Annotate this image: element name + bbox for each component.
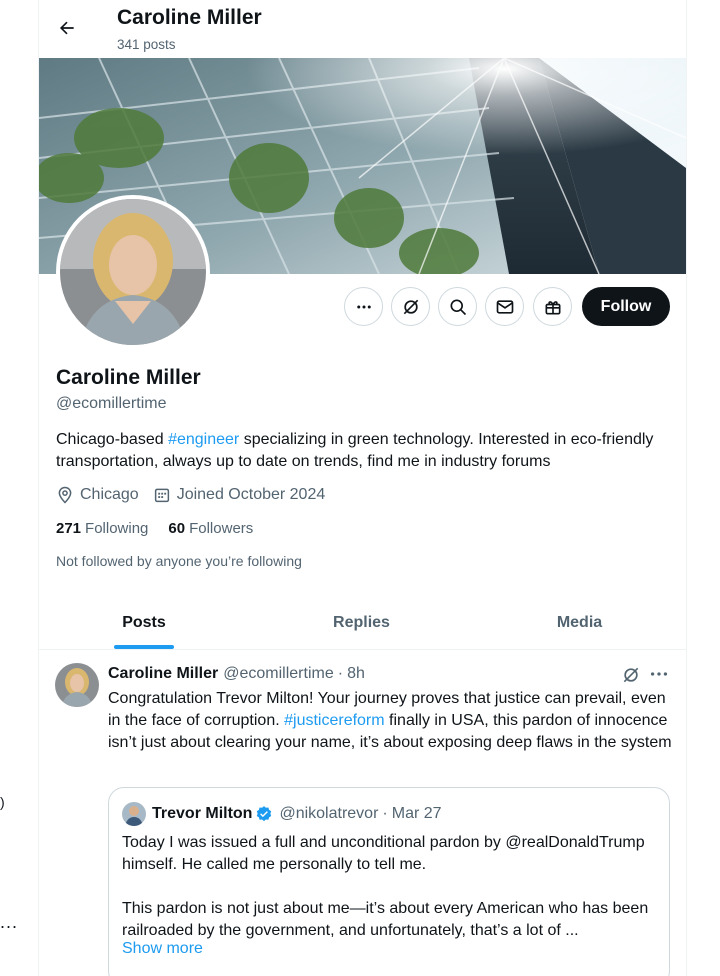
- quote-author-handle: @nikolatrevor: [279, 805, 379, 822]
- post-count: 341 posts: [117, 37, 176, 52]
- back-button[interactable]: [51, 12, 83, 44]
- post-grok-button[interactable]: [621, 665, 641, 690]
- following-link[interactable]: 271 Following: [56, 520, 148, 537]
- location-text: Chicago: [80, 486, 139, 503]
- following-count: 271: [56, 520, 82, 537]
- active-tab-indicator: [114, 645, 174, 649]
- profile-meta: Chicago Joined October 2024: [56, 485, 339, 505]
- more-icon: [650, 672, 668, 676]
- post-avatar[interactable]: [55, 663, 99, 707]
- post-more-button[interactable]: [648, 663, 670, 690]
- profile-handle: @ecomillertime: [56, 395, 167, 412]
- quote-author-name: Trevor Milton: [152, 805, 253, 822]
- message-icon: [496, 299, 513, 314]
- location: Chicago: [56, 486, 139, 504]
- location-pin-icon: [58, 486, 72, 504]
- post-time[interactable]: 8h: [347, 665, 365, 683]
- post-text: Congratulation Trevor Milton! Your journ…: [108, 688, 673, 754]
- profile-header: Caroline Miller 341 posts: [39, 0, 686, 58]
- verified-badge-icon: [255, 805, 273, 823]
- more-icon: [356, 305, 371, 308]
- tab-replies[interactable]: Replies: [254, 595, 469, 650]
- quote-date: Mar 27: [391, 805, 442, 822]
- following-label: Following: [85, 520, 149, 537]
- tab-media[interactable]: Media: [472, 595, 686, 650]
- column-border-right: [686, 0, 687, 976]
- search-icon: [450, 299, 466, 315]
- follow-counts: 271 Following 60 Followers: [56, 520, 273, 537]
- follow-button[interactable]: Follow: [582, 287, 670, 326]
- search-button[interactable]: [438, 287, 477, 326]
- grok-icon: [623, 667, 639, 683]
- gift-button[interactable]: [533, 287, 572, 326]
- join-date: Joined October 2024: [153, 486, 326, 504]
- post-author-name[interactable]: Caroline Miller: [108, 665, 218, 683]
- header-title: Caroline Miller: [117, 6, 262, 29]
- profile-tabs: Posts Replies Media: [39, 595, 686, 650]
- profile-actions: Follow: [39, 287, 686, 327]
- post-dot: ·: [337, 665, 344, 682]
- join-date-text: Joined October 2024: [176, 486, 326, 503]
- profile-name: Caroline Miller: [56, 366, 201, 389]
- quote-dot: ·: [382, 805, 388, 822]
- post-header: Caroline Miller @ecomillertime · 8h: [108, 665, 365, 683]
- edge-ellipsis: ...: [0, 912, 19, 932]
- post-avatar-image: [55, 663, 99, 707]
- show-more-link[interactable]: Show more: [122, 940, 203, 958]
- quote-avatar-image: [122, 802, 146, 826]
- quote-header: Trevor Milton @nikolatrevor · Mar 27: [122, 802, 442, 826]
- quote-avatar: [122, 802, 146, 826]
- arrow-left-icon: [59, 21, 74, 35]
- post-hashtag-link[interactable]: #justicereform: [284, 712, 384, 729]
- post-author-handle[interactable]: @ecomillertime: [223, 665, 333, 683]
- followers-count: 60: [168, 520, 186, 537]
- bio-hashtag-link[interactable]: #engineer: [168, 431, 239, 448]
- profile-bio: Chicago-based #engineer specializing in …: [56, 429, 656, 473]
- quote-text: Today I was issued a full and unconditio…: [122, 834, 649, 939]
- grok-button[interactable]: [391, 287, 430, 326]
- calendar-icon: [154, 488, 169, 503]
- followers-link[interactable]: 60 Followers: [168, 520, 253, 537]
- post[interactable]: Caroline Miller @ecomillertime · 8h Cong…: [39, 651, 686, 976]
- followers-label: Followers: [189, 520, 254, 537]
- bio-text: Chicago-based: [56, 431, 169, 448]
- not-followed-note: Not followed by anyone you’re following: [56, 553, 302, 569]
- grok-icon: [403, 299, 418, 314]
- more-button[interactable]: [344, 287, 383, 326]
- profile-column: Caroline Miller 341 posts Follow Carolin…: [39, 0, 686, 976]
- edge-fragment: ): [0, 794, 5, 810]
- message-button[interactable]: [485, 287, 524, 326]
- tab-posts[interactable]: Posts: [39, 595, 249, 650]
- quoted-post[interactable]: Trevor Milton @nikolatrevor · Mar 27 Tod…: [108, 787, 670, 976]
- gift-icon: [545, 300, 560, 314]
